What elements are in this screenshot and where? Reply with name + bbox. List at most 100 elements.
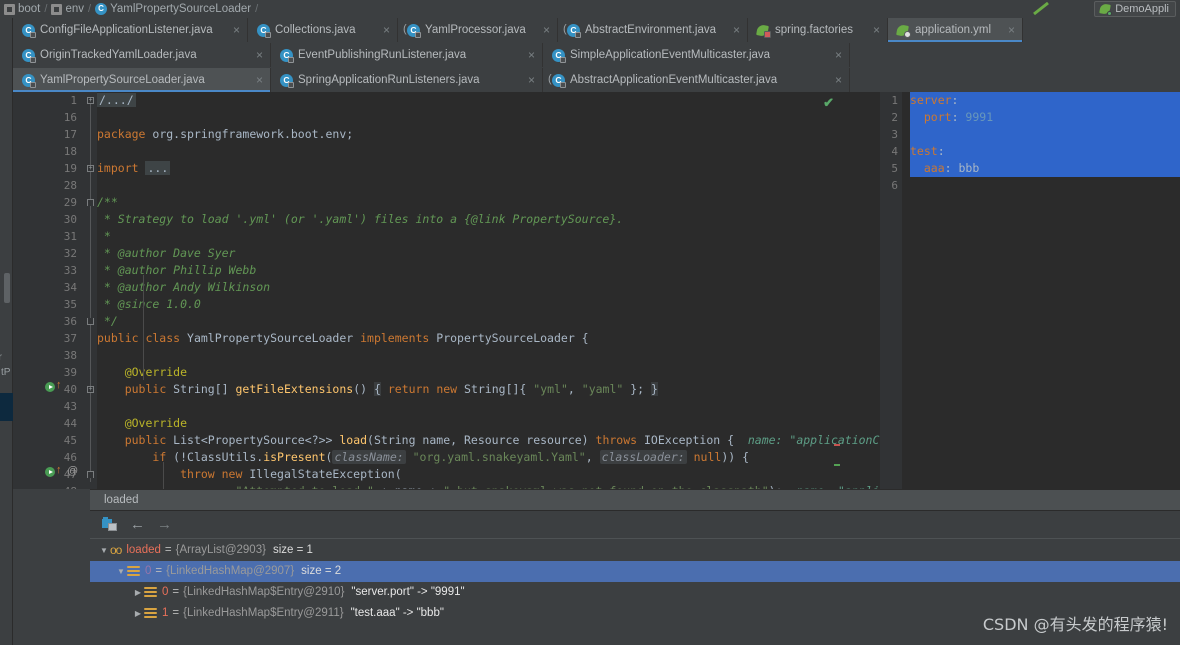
java-interface-icon (403, 23, 421, 38)
editor-tab[interactable]: EventPublishingRunListener.java × (271, 43, 543, 67)
editor-tab-label: YamlPropertySourceLoader.java (40, 74, 205, 86)
code-line[interactable]: @Override (97, 415, 880, 432)
frames-icon[interactable] (102, 516, 118, 533)
fold-collapse-icon[interactable] (87, 471, 94, 478)
yaml-line[interactable]: port: 9991 (910, 109, 1180, 126)
code-line[interactable] (97, 143, 880, 160)
close-icon[interactable]: × (873, 23, 880, 37)
code-line[interactable]: throw new IllegalStateException( (97, 466, 880, 483)
chevron-down-icon[interactable] (98, 540, 110, 561)
fold-expand-icon[interactable]: + (87, 97, 94, 104)
yaml-line[interactable]: server: (910, 92, 1180, 109)
code-line[interactable]: * (97, 228, 880, 245)
code-line[interactable]: */ (97, 313, 880, 330)
fold-expand-icon[interactable]: + (87, 165, 94, 172)
fold-expand-icon[interactable]: + (87, 386, 94, 393)
tree-variable-type: {LinkedHashMap$Entry@2910} (183, 586, 345, 598)
scrollbar-error-stripe[interactable] (834, 92, 840, 489)
run-method-icon[interactable] (45, 381, 55, 398)
code-line[interactable] (97, 109, 880, 126)
editor-tab[interactable]: ConfigFileApplicationListener.java × (13, 18, 248, 42)
close-icon[interactable]: × (835, 73, 842, 87)
code-line[interactable]: @Override (97, 364, 880, 381)
code-line[interactable]: * @author Phillip Webb (97, 262, 880, 279)
code-line[interactable]: * @author Dave Syer (97, 245, 880, 262)
yaml-line[interactable] (910, 126, 1180, 143)
tree-variable-name: loaded (126, 544, 161, 556)
indent-guide (163, 462, 164, 489)
inspection-ok-checkmark[interactable]: ✔ (823, 95, 834, 111)
breadcrumb-item-boot[interactable]: boot (4, 3, 40, 15)
editor-tab[interactable]: AbstractApplicationEventMulticaster.java… (543, 68, 850, 92)
override-arrow-icon[interactable]: ↑ (56, 377, 62, 394)
gutter-annotation-column[interactable]: ↑ ↑ @ (45, 92, 81, 489)
close-icon[interactable]: × (528, 48, 535, 62)
code-line[interactable]: package org.springframework.boot.env; (97, 126, 880, 143)
breadcrumb[interactable]: boot / env / YamlPropertySourceLoader / (0, 0, 1180, 18)
code-folding-column[interactable]: + + + (83, 92, 97, 489)
editor-tab[interactable]: AbstractEnvironment.java × (558, 18, 748, 42)
close-icon[interactable]: × (733, 23, 740, 37)
editor-tab[interactable]: OriginTrackedYamlLoader.java × (13, 43, 271, 67)
chevron-down-icon[interactable] (115, 561, 127, 582)
editor-tab[interactable]: SimpleApplicationEventMulticaster.java × (543, 43, 850, 67)
code-line[interactable]: if (!ClassUtils.isPresent(className: "or… (97, 449, 880, 466)
close-icon[interactable]: × (233, 23, 240, 37)
code-line[interactable]: public List<PropertySource<?>> load(Stri… (97, 432, 880, 449)
close-icon[interactable]: × (256, 73, 263, 87)
breadcrumb-item-env[interactable]: env (51, 3, 84, 15)
fold-collapse-icon[interactable] (87, 199, 94, 206)
code-line[interactable]: import ... (97, 160, 880, 177)
editor-tab[interactable]: spring.factories × (748, 18, 888, 42)
code-line[interactable]: /.../ (97, 92, 880, 109)
close-icon[interactable]: × (835, 48, 842, 62)
code-editor[interactable]: 1 16 17 18 19 28 29 30 31 32 33 34 35 36 37 38 39 40 43 44 4… (13, 92, 880, 489)
editor-tab[interactable]: YamlProcessor.java × (398, 18, 558, 42)
close-icon[interactable]: × (383, 23, 390, 37)
code-line[interactable]: public class YamlPropertySourceLoader im… (97, 330, 880, 347)
debug-tab-loaded[interactable]: loaded (90, 490, 153, 511)
editor-tab[interactable]: application.yml × (888, 18, 1023, 42)
debug-panel-tabstrip: loaded (90, 490, 1180, 511)
code-line[interactable]: * @since 1.0.0 (97, 296, 880, 313)
close-icon[interactable]: × (543, 23, 550, 37)
editor-tab[interactable]: Collections.java × (248, 18, 398, 42)
back-arrow-icon[interactable]: ← (130, 516, 145, 533)
code-line[interactable]: * @author Andy Wilkinson (97, 279, 880, 296)
tree-row[interactable]: 0={LinkedHashMap@2907} size = 2 (90, 561, 1180, 582)
code-content[interactable]: /.../ package org.springframework.boot.e… (97, 92, 880, 489)
code-line[interactable]: /** (97, 194, 880, 211)
editor-tab[interactable]: YamlPropertySourceLoader.java × (13, 68, 271, 92)
at-annotation-icon[interactable]: @ (67, 463, 78, 480)
code-line[interactable]: * Strategy to load '.yml' (or '.yaml') f… (97, 211, 880, 228)
close-icon[interactable]: × (528, 73, 535, 87)
close-icon[interactable]: × (256, 48, 263, 62)
breadcrumb-separator: / (255, 3, 259, 15)
code-line[interactable] (97, 347, 880, 364)
code-line[interactable] (97, 177, 880, 194)
code-line[interactable]: public String[] getFileExtensions() { re… (97, 381, 880, 398)
chevron-right-icon[interactable] (132, 603, 144, 624)
yaml-content[interactable]: server: port: 9991 test: aaa: bbb (910, 92, 1180, 489)
chevron-right-icon[interactable] (132, 582, 144, 603)
run-configuration-selector[interactable]: DemoAppli (1094, 1, 1176, 17)
yaml-line[interactable]: test: (910, 143, 1180, 160)
override-arrow-icon[interactable]: ↑ (56, 462, 62, 479)
tree-row[interactable]: oo loaded={ArrayList@2903} size = 1 (90, 540, 1180, 561)
close-icon[interactable]: × (1008, 23, 1015, 37)
code-line[interactable] (97, 398, 880, 415)
editor-scroll-handle[interactable] (4, 273, 10, 303)
java-class-icon (22, 48, 36, 63)
yaml-line[interactable] (910, 177, 1180, 194)
tree-variable-size: size = 1 (272, 544, 313, 556)
yaml-line[interactable]: aaa: bbb (910, 160, 1180, 177)
left-tool-window-strip[interactable]: or tP (0, 18, 13, 645)
tree-row[interactable]: 0={LinkedHashMap$Entry@2910} "server.port… (90, 582, 1180, 603)
run-method-icon[interactable] (45, 466, 55, 483)
editor-tab[interactable]: SpringApplicationRunListeners.java × (271, 68, 543, 92)
yaml-editor[interactable]: 1 2 3 4 5 6 server: port: 9991 test: aaa: bbb (880, 92, 1180, 489)
tree-variable-type: {LinkedHashMap$Entry@2911} (183, 607, 344, 619)
forward-arrow-icon[interactable]: → (157, 516, 172, 533)
breadcrumb-item-class[interactable]: YamlPropertySourceLoader (95, 3, 251, 15)
fold-collapse-icon[interactable] (87, 318, 94, 325)
